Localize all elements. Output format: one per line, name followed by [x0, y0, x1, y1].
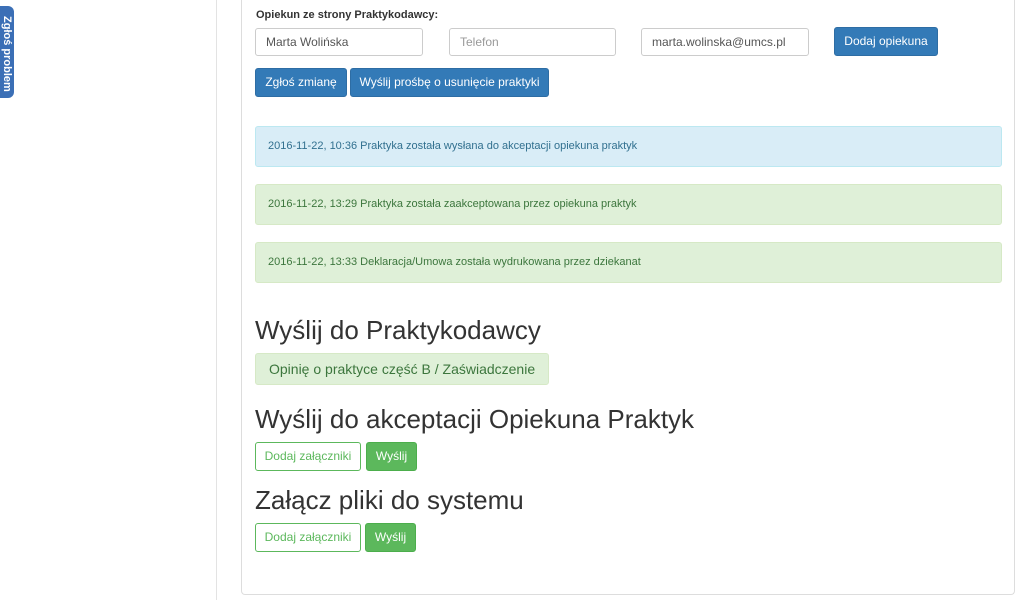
send-to-employer-heading: Wyślij do Praktykodawcy	[255, 315, 541, 345]
report-problem-label: Zgłoś problem	[1, 16, 13, 92]
guardian-name-input[interactable]: Marta Wolińska	[255, 28, 423, 56]
guardian-section-label: Opiekun ze strony Praktykodawcy:	[256, 9, 439, 21]
guardian-email-input[interactable]: marta.wolinska@umcs.pl	[641, 28, 809, 56]
request-removal-button[interactable]: Wyślij prośbę o usunięcie praktyki	[350, 68, 549, 97]
report-problem-tab[interactable]: Zgłoś problem	[0, 6, 14, 98]
send-button[interactable]: Wyślij	[365, 523, 416, 552]
add-attachments-button[interactable]: Dodaj załączniki	[255, 523, 361, 552]
send-button[interactable]: Wyślij	[366, 442, 417, 471]
attach-files-heading: Załącz pliki do systemu	[255, 485, 524, 515]
send-for-acceptance-heading: Wyślij do akceptacji Opiekuna Praktyk	[255, 404, 695, 434]
history-entry: 2016-11-22, 10:36 Praktyka została wysła…	[255, 126, 1002, 167]
report-change-button[interactable]: Zgłoś zmianę	[255, 68, 347, 97]
add-attachments-button[interactable]: Dodaj załączniki	[255, 442, 361, 471]
employer-document-label: Opinię o praktyce część B / Zaświadczeni…	[255, 353, 550, 385]
guardian-phone-input[interactable]: Telefon	[449, 28, 616, 56]
add-guardian-button[interactable]: Dodaj opiekuna	[834, 27, 938, 56]
history-entry: 2016-11-22, 13:33 Deklaracja/Umowa zosta…	[255, 242, 1002, 283]
history-entry: 2016-11-22, 13:29 Praktyka została zaakc…	[255, 184, 1002, 225]
sidebar-divider	[216, 0, 217, 600]
